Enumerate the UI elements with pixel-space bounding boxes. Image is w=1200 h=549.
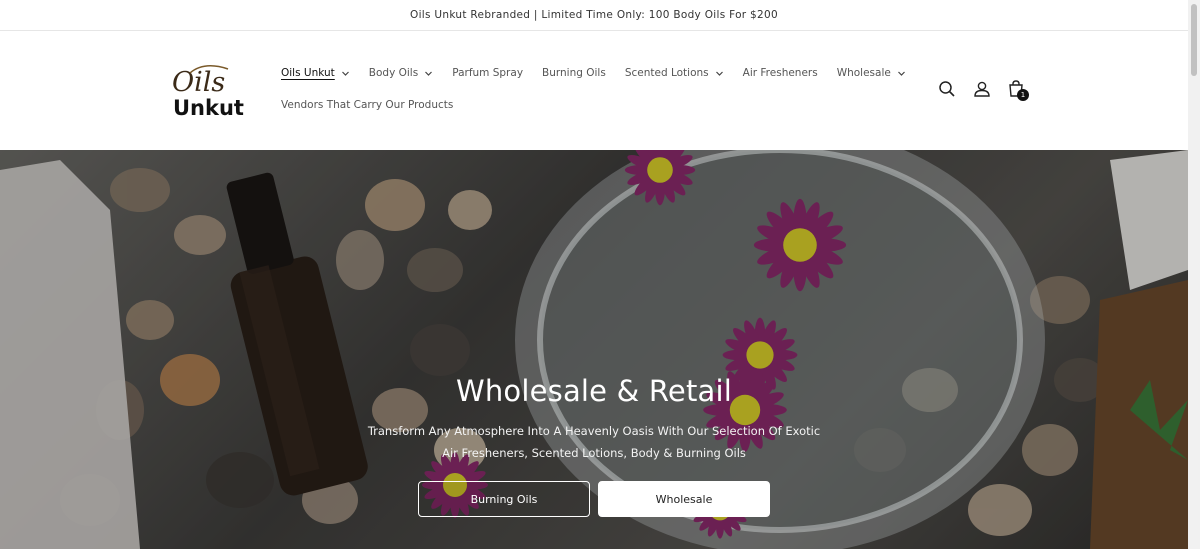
scrollbar[interactable] (1188, 0, 1200, 549)
chevron-down-icon (424, 69, 433, 78)
nav-item-label: Vendors That Carry Our Products (281, 99, 454, 111)
hero-banner: Wholesale & Retail Transform Any Atmosph… (0, 150, 1188, 549)
cart-icon[interactable]: 1 (1006, 79, 1029, 101)
main-nav-row-2: Vendors That Carry Our Products (281, 99, 472, 111)
chevron-down-icon (341, 69, 350, 78)
nav-item-label: Air Fresheners (742, 67, 818, 79)
chevron-down-icon (715, 69, 724, 78)
main-nav: Oils Unkut Body Oils Parfum Spray Burning O… (281, 67, 925, 79)
nav-item-label: Wholesale (836, 67, 891, 79)
nav-item-vendors-that-carry-our-products[interactable]: Vendors That Carry Our Products (281, 99, 453, 111)
nav-item-label: Scented Lotions (624, 67, 709, 79)
logo-line1: Oils (172, 67, 225, 98)
nav-item-parfum-spray[interactable]: Parfum Spray (452, 67, 523, 79)
account-icon[interactable] (972, 79, 992, 99)
logo-mark: Oils Unkut (172, 65, 244, 120)
logo-line2: Unkut (173, 96, 244, 120)
site-header: Oils Unkut Oils Unkut Body Oils Parfum Spr… (0, 31, 1188, 150)
search-icon[interactable] (937, 79, 957, 99)
hero-overlay (0, 150, 1188, 549)
nav-item-air-fresheners[interactable]: Air Fresheners (743, 67, 818, 79)
nav-item-label: Body Oils (368, 67, 419, 79)
nav-item-burning-oils[interactable]: Burning Oils (542, 67, 606, 79)
hero-title: Wholesale & Retail (455, 374, 733, 408)
nav-item-label: Oils Unkut (281, 67, 335, 79)
scrollbar-thumb[interactable] (1191, 4, 1197, 76)
cart-count-badge: 1 (1017, 89, 1029, 101)
wholesale-button[interactable]: Wholesale (598, 481, 770, 517)
hero-subtitle: Transform Any Atmosphere Into A Heavenly… (367, 424, 821, 460)
nav-item-oils-unkut[interactable]: Oils Unkut (281, 67, 350, 79)
chevron-down-icon (897, 69, 906, 78)
nav-item-label: Parfum Spray (452, 67, 524, 79)
burning-oils-button[interactable]: Burning Oils (418, 481, 590, 517)
logo[interactable]: Oils Unkut (170, 63, 244, 121)
nav-item-scented-lotions[interactable]: Scented Lotions (625, 67, 724, 79)
nav-item-wholesale[interactable]: Wholesale (837, 67, 906, 79)
nav-item-body-oils[interactable]: Body Oils (369, 67, 433, 79)
announcement-bar: Oils Unkut Rebranded | Limited Time Only… (0, 0, 1188, 31)
announcement-text: Oils Unkut Rebranded | Limited Time Only… (410, 9, 778, 21)
nav-item-label: Burning Oils (542, 67, 606, 79)
